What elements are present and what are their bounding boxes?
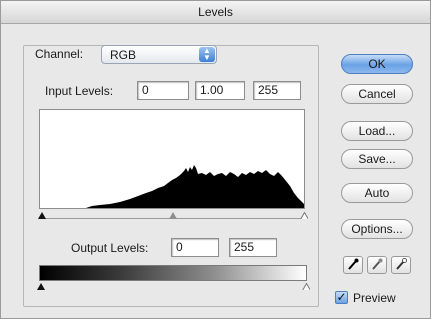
output-gradient-bar — [39, 265, 307, 281]
black-eyedropper-button[interactable] — [343, 256, 363, 274]
preview-checkbox[interactable]: ✓ — [335, 291, 348, 304]
white-eyedropper-icon — [396, 258, 407, 270]
updown-arrows-icon: ▲ ▼ — [199, 47, 215, 62]
input-black-handle[interactable] — [38, 212, 46, 219]
window-title: Levels — [1, 1, 430, 24]
load-button[interactable]: Load... — [341, 121, 413, 141]
channel-select[interactable]: RGB ▲ ▼ — [101, 45, 217, 64]
output-black-handle[interactable] — [37, 283, 45, 290]
channel-value: RGB — [110, 48, 137, 62]
options-button[interactable]: Options... — [341, 219, 413, 239]
input-white-field[interactable]: 255 — [253, 81, 301, 100]
input-gamma-handle[interactable] — [169, 212, 177, 219]
black-eyedropper-icon — [348, 258, 359, 270]
input-white-handle[interactable] — [300, 212, 308, 219]
preview-label: Preview — [353, 291, 396, 305]
output-black-field[interactable]: 0 — [171, 238, 219, 257]
auto-button[interactable]: Auto — [341, 183, 413, 203]
input-black-field[interactable]: 0 — [137, 81, 189, 100]
histogram-graph — [40, 165, 304, 208]
input-gamma-field[interactable]: 1.00 — [195, 81, 245, 100]
ok-button[interactable]: OK — [341, 54, 413, 74]
levels-dialog: Levels Channel: RGB ▲ ▼ Input Levels: 0 1… — [0, 0, 431, 319]
channel-label: Channel: — [35, 47, 84, 61]
histogram — [39, 109, 305, 209]
cancel-button[interactable]: Cancel — [341, 84, 413, 104]
output-levels-label: Output Levels: — [71, 241, 149, 255]
output-white-handle[interactable] — [302, 283, 310, 290]
output-white-field[interactable]: 255 — [229, 238, 277, 257]
gray-eyedropper-button[interactable] — [367, 256, 387, 274]
input-levels-label: Input Levels: — [45, 84, 114, 98]
white-eyedropper-button[interactable] — [391, 256, 411, 274]
gray-eyedropper-icon — [372, 258, 383, 270]
save-button[interactable]: Save... — [341, 149, 413, 169]
histogram-shape — [40, 165, 304, 208]
